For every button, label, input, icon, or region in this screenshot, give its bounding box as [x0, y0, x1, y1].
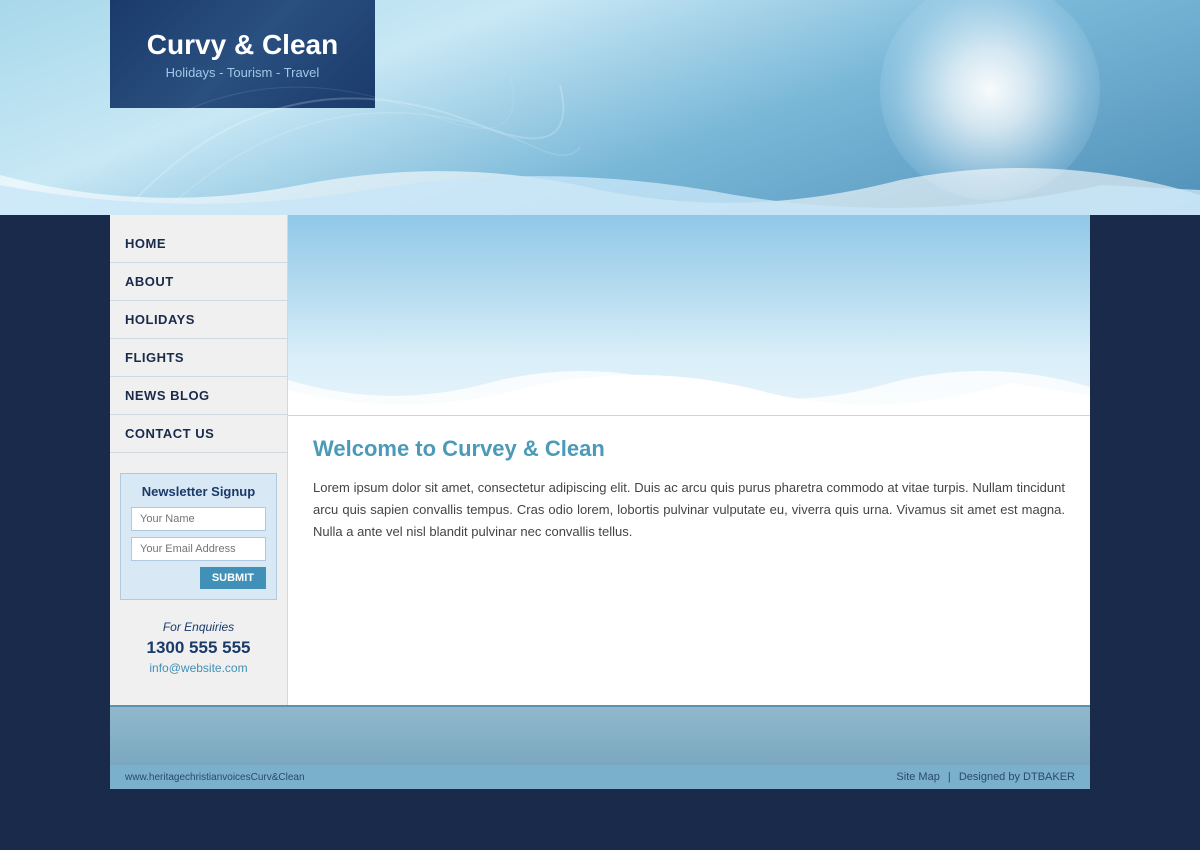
nav-item-home[interactable]: HOME [110, 225, 287, 263]
site-map-link[interactable]: Site Map [896, 771, 939, 783]
footer-right-text: Site Map | Designed by DTBAKER [896, 771, 1075, 783]
nav-link-news-blog[interactable]: NEWS BLOG [110, 377, 287, 414]
content-header-image [288, 215, 1090, 415]
nav-menu: HOME ABOUT HOLIDAYS FLIGHTS NEWS BLOG [110, 215, 287, 453]
nav-link-holidays[interactable]: HOLIDAYS [110, 301, 287, 338]
header-swirl-decoration [80, 25, 580, 215]
nav-item-about[interactable]: ABOUT [110, 263, 287, 301]
nav-item-holidays[interactable]: HOLIDAYS [110, 301, 287, 339]
nav-item-contact-us[interactable]: CONTACT US [110, 415, 287, 453]
footer-left-text: www.heritagechristianvoicesCurv&Clean [125, 772, 305, 783]
nav-link-home[interactable]: HOME [110, 225, 287, 262]
enquiries-label: For Enquiries [120, 620, 277, 634]
newsletter-email-input[interactable] [131, 537, 266, 561]
content-wave [288, 365, 1090, 415]
footer-separator: | [948, 771, 951, 783]
newsletter-title: Newsletter Signup [131, 484, 266, 499]
footer-designed-by: Designed by DTBAKER [959, 771, 1075, 783]
welcome-text: Lorem ipsum dolor sit amet, consectetur … [313, 477, 1065, 543]
nav-link-about[interactable]: ABOUT [110, 263, 287, 300]
newsletter-box: Newsletter Signup SUBMIT [120, 473, 277, 600]
main-content: Welcome to Curvey & Clean Lorem ipsum do… [288, 215, 1090, 705]
enquiries-box: For Enquiries 1300 555 555 info@website.… [120, 620, 277, 675]
nav-item-flights[interactable]: FLIGHTS [110, 339, 287, 377]
welcome-title: Welcome to Curvey & Clean [313, 436, 1065, 462]
enquiries-email: info@website.com [120, 661, 277, 675]
footer: www.heritagechristianvoicesCurv&Clean Si… [110, 765, 1090, 789]
sky-wave-bottom [0, 165, 1200, 215]
sidebar: HOME ABOUT HOLIDAYS FLIGHTS NEWS BLOG [110, 215, 288, 705]
enquiries-phone: 1300 555 555 [120, 638, 277, 658]
nav-item-news-blog[interactable]: NEWS BLOG [110, 377, 287, 415]
nav-link-flights[interactable]: FLIGHTS [110, 339, 287, 376]
content-body: Welcome to Curvey & Clean Lorem ipsum do… [288, 416, 1090, 563]
nav-link-contact-us[interactable]: CONTACT US [110, 415, 287, 452]
newsletter-name-input[interactable] [131, 507, 266, 531]
newsletter-submit-button[interactable]: SUBMIT [200, 567, 266, 589]
